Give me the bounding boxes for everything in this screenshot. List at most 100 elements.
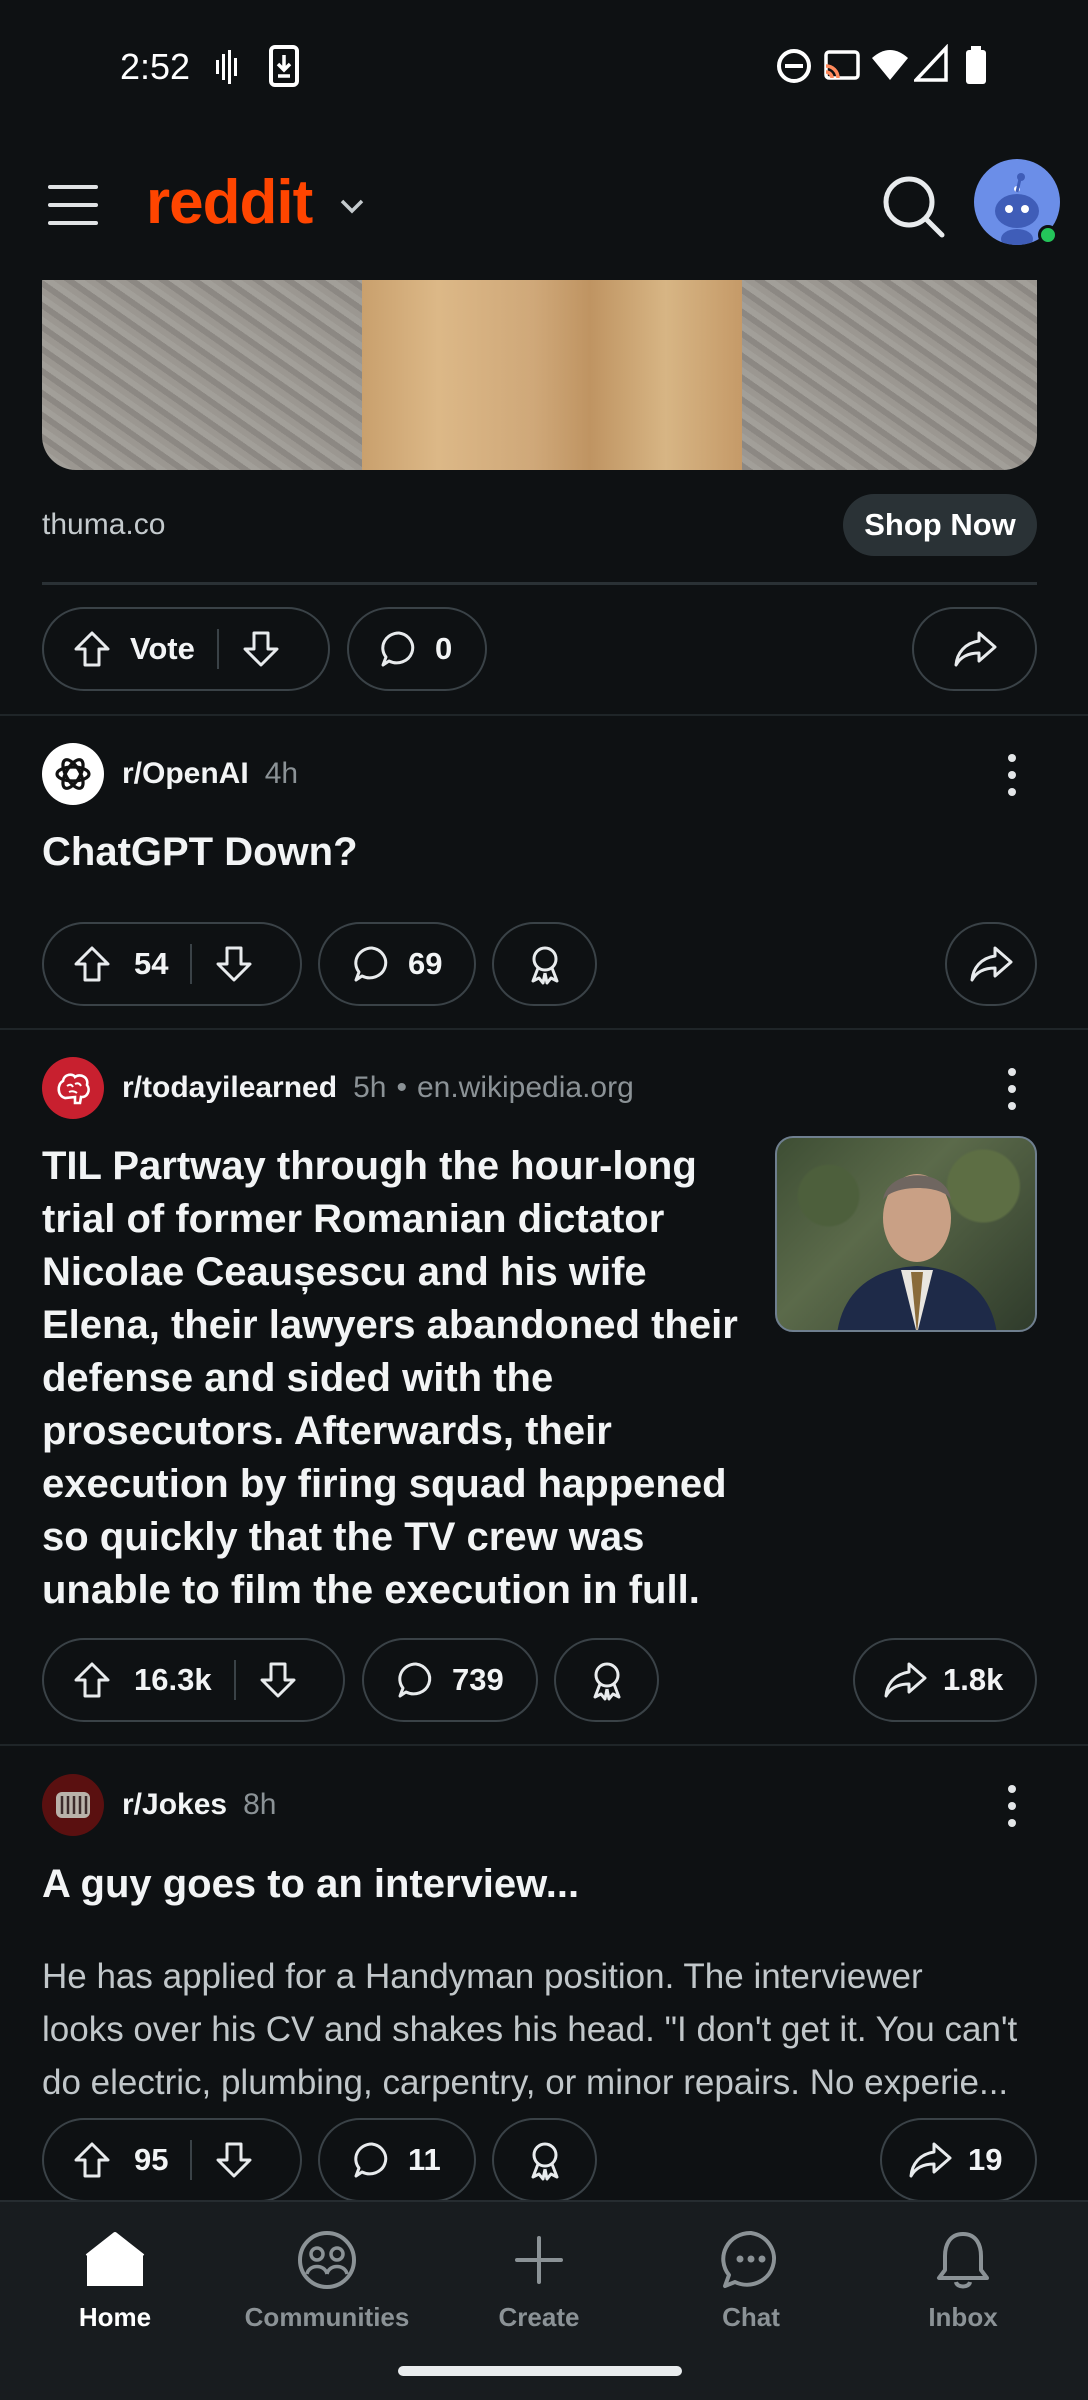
vibrate-icon [216, 50, 237, 84]
nav-label: Home [78, 2302, 152, 2332]
comment-count: 69 [408, 946, 443, 981]
comment-count: 0 [435, 631, 453, 666]
post-age: 8h [243, 1788, 277, 1821]
bell-icon [937, 2232, 989, 2289]
more-options-icon[interactable] [1000, 1068, 1024, 1114]
app-header: reddit [0, 135, 1088, 280]
status-time: 2:52 [120, 46, 191, 87]
downvote-icon[interactable] [258, 1660, 298, 1700]
comment-count: 11 [408, 2142, 441, 2177]
openai-subreddit-icon[interactable] [42, 743, 104, 805]
title-line: defense and sided with the [42, 1356, 554, 1400]
dnd-icon [777, 49, 811, 83]
vote-label: Vote [130, 631, 195, 666]
search-icon[interactable] [880, 173, 946, 239]
ad-share-button[interactable] [912, 607, 1037, 691]
home-icon [85, 2232, 145, 2286]
vote-group: 95 [42, 2118, 302, 2200]
post-title[interactable]: ChatGPT Down? [42, 826, 358, 879]
ad-image[interactable] [42, 280, 1037, 470]
subreddit-name[interactable]: r/Jokes [122, 1788, 227, 1822]
body-line: looks over his CV and shakes his head. "… [42, 2010, 1018, 2049]
nav-label: Chat [722, 2302, 780, 2332]
post-separator [0, 714, 1088, 716]
plus-icon [515, 2236, 563, 2284]
nav-communities[interactable]: Communities [227, 2224, 427, 2333]
post-thumbnail[interactable] [775, 1136, 1037, 1332]
battery-icon [966, 46, 986, 84]
wifi-icon [872, 50, 908, 80]
nav-inbox[interactable]: Inbox [863, 2224, 1063, 2333]
comments-button[interactable]: 739 [362, 1638, 538, 1722]
nav-label: Inbox [928, 2302, 998, 2332]
post-meta: r/Jokes 8h [42, 1774, 276, 1836]
body-line: He has applied for a Handyman position. … [42, 1957, 923, 1996]
jokes-subreddit-icon[interactable] [42, 1774, 104, 1836]
title-line: so quickly that the TV crew was [42, 1515, 645, 1559]
chat-icon [721, 2230, 777, 2288]
online-status-dot [1038, 225, 1058, 245]
link-domain[interactable]: en.wikipedia.org [417, 1071, 634, 1105]
nav-create[interactable]: Create [439, 2224, 639, 2333]
menu-icon[interactable] [48, 185, 98, 225]
comment-count: 739 [452, 1662, 504, 1697]
shop-now-button[interactable]: Shop Now [843, 494, 1037, 556]
upvote-icon[interactable] [72, 944, 112, 984]
chevron-down-icon[interactable] [337, 191, 367, 221]
upvote-count: 16.3k [134, 1662, 212, 1697]
title-line: trial of former Romanian dictator [42, 1197, 665, 1241]
downvote-icon[interactable] [241, 629, 281, 669]
post-title[interactable]: TIL Partway through the hour-long trial … [42, 1140, 762, 1617]
downvote-icon[interactable] [214, 2140, 254, 2180]
post-separator [0, 1744, 1088, 1746]
share-button[interactable]: 19 [880, 2118, 1037, 2200]
vote-group: 16.3k [42, 1638, 345, 1722]
award-button[interactable] [492, 922, 597, 1006]
todayilearned-subreddit-icon[interactable] [42, 1057, 104, 1119]
more-options-icon[interactable] [1000, 754, 1024, 800]
upvote-icon[interactable] [72, 2140, 112, 2180]
share-icon [908, 2140, 952, 2180]
nav-chat[interactable]: Chat [651, 2224, 851, 2333]
share-count: 19 [968, 2142, 1003, 2177]
title-line: prosecutors. Afterwards, their [42, 1409, 612, 1453]
award-icon [593, 1662, 620, 1701]
divider [42, 582, 1037, 585]
signal-icon [914, 44, 948, 82]
post-age: 4h [264, 757, 299, 790]
ad-domain[interactable]: thuma.co [42, 508, 165, 542]
comments-button[interactable]: 11 [318, 2118, 476, 2200]
vote-group: 54 [42, 922, 302, 1006]
subreddit-name[interactable]: r/todayilearned [122, 1071, 337, 1105]
post-body-preview[interactable]: He has applied for a Handyman position. … [42, 1950, 1042, 2109]
title-line: execution by firing squad happened [42, 1462, 727, 1506]
reddit-logo[interactable]: reddit [146, 167, 313, 238]
post-separator [0, 1028, 1088, 1030]
share-button[interactable]: 1.8k [853, 1638, 1037, 1722]
comment-icon [352, 944, 392, 984]
title-line: Elena, their lawyers abandoned their [42, 1303, 738, 1347]
upvote-icon[interactable] [72, 629, 112, 669]
award-button[interactable] [554, 1638, 659, 1722]
award-icon [531, 2142, 558, 2181]
comment-icon [352, 2140, 392, 2180]
upvote-count: 95 [134, 2142, 169, 2177]
comment-icon [396, 1660, 436, 1700]
subreddit-name[interactable]: r/OpenAI [122, 757, 249, 791]
nav-label: Create [498, 2302, 580, 2332]
meta-dot: • [396, 1071, 407, 1104]
post-title[interactable]: A guy goes to an interview... [42, 1858, 579, 1911]
nav-home[interactable]: Home [15, 2224, 215, 2333]
feed[interactable]: thuma.co Shop Now Vote 0 r/OpenAI 4h Cha… [0, 280, 1088, 2200]
title-line: unable to film the execution in full. [42, 1568, 700, 1612]
more-options-icon[interactable] [1000, 1785, 1024, 1831]
comments-button[interactable]: 69 [318, 922, 476, 1006]
downvote-icon[interactable] [214, 944, 254, 984]
share-button[interactable] [945, 922, 1037, 1006]
share-icon [970, 946, 1013, 982]
award-button[interactable] [492, 2118, 597, 2200]
home-indicator[interactable] [398, 2366, 682, 2376]
upvote-icon[interactable] [72, 1660, 112, 1700]
ad-comments-button[interactable]: 0 [347, 607, 487, 691]
ad-vote-group: Vote [42, 607, 330, 691]
